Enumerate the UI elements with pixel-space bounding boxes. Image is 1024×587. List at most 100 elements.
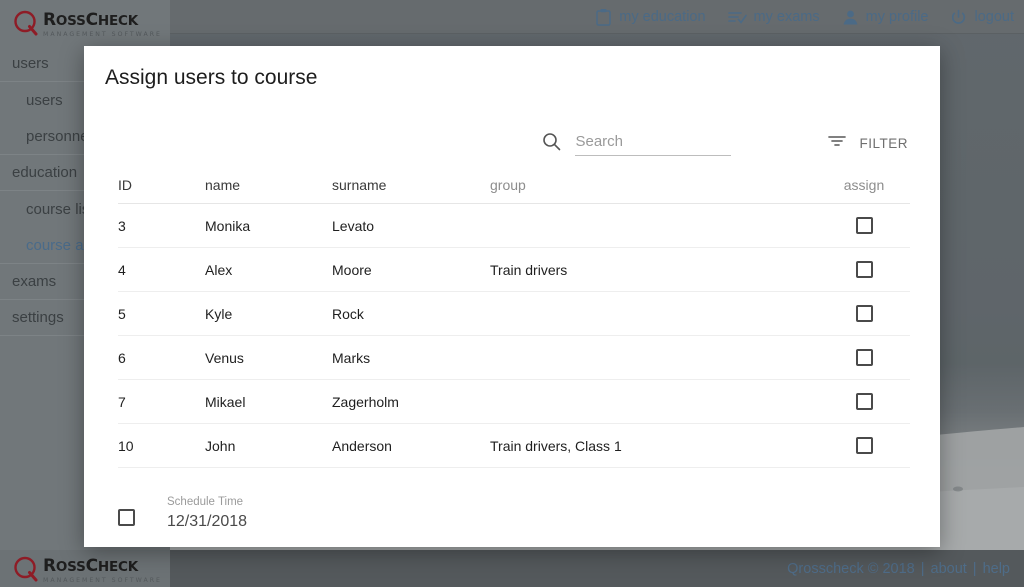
cell-name: Monika [205,217,251,234]
table-row[interactable]: 7 Mikael Zagerholm [118,380,910,424]
power-icon [950,9,967,26]
assign-checkbox[interactable] [855,261,873,279]
assign-checkbox[interactable] [855,305,873,323]
assign-checkbox[interactable] [855,349,873,367]
logo-wordmark: ROSSCHECK MANAGEMENT SOFTWARE [43,555,162,584]
list-check-icon [727,9,747,25]
footer-separator: | [972,560,977,577]
logo-q-icon [12,9,40,37]
brand-logo: ROSSCHECK MANAGEMENT SOFTWARE [12,9,162,39]
column-header-group: group [490,176,526,193]
filter-button[interactable]: FILTER [827,134,908,153]
sidebar-item-label: personnel [26,127,92,145]
cell-name: Alex [205,261,233,278]
cell-id: 6 [118,349,126,366]
schedule-time-field[interactable]: Schedule Time 12/31/2018 [167,496,247,531]
topnav-item-my-profile[interactable]: my profile [842,9,929,26]
column-header-assign: assign [843,176,885,193]
footer-copyright: Qrosscheck © 2018 [787,560,915,577]
sidebar-item-label: exams [12,273,57,290]
cell-id: 5 [118,305,126,322]
table-row[interactable]: 3 Monika Levato [118,204,910,248]
table-row[interactable]: 10 John Anderson Train drivers, Class 1 [118,424,910,468]
assign-checkbox[interactable] [855,217,873,235]
cell-id: 10 [118,437,134,454]
cell-group: Train drivers [490,261,568,278]
cell-assign [818,305,910,323]
assign-checkbox[interactable] [855,393,873,411]
footer-separator: | [920,560,925,577]
search-icon[interactable] [542,132,561,156]
cell-id: 4 [118,261,126,278]
logo-footer[interactable]: ROSSCHECK MANAGEMENT SOFTWARE [0,550,170,587]
application-window: my education my exams my profile logout … [0,0,1024,587]
cell-assign [818,217,910,235]
cell-name: Venus [205,349,244,366]
logo-tagline: MANAGEMENT SOFTWARE [43,576,162,584]
sidebar-item-label: settings [12,309,64,326]
brand-logo-footer: ROSSCHECK MANAGEMENT SOFTWARE [12,555,162,584]
topnav-label: my education [619,9,706,25]
schedule-checkbox[interactable] [118,509,135,526]
logo-q-letter: R [43,555,56,576]
page-footer: Qrosscheck © 2018 | about | help [170,550,1024,587]
sidebar-item-label: education [12,164,78,181]
assign-checkbox[interactable] [855,437,873,455]
table-header-row: ID name surname group assign [118,166,910,204]
schedule-time-value: 12/31/2018 [167,513,248,530]
cell-surname: Moore [332,261,372,278]
dialog-title: Assign users to course [105,66,318,89]
cell-group: Train drivers, Class 1 [490,437,622,454]
cell-assign [818,437,910,455]
cell-surname: Rock [332,305,364,322]
table-row[interactable]: 6 Venus Marks [118,336,910,380]
table-row[interactable]: 4 Alex Moore Train drivers [118,248,910,292]
logo-title: ROSSCHECK [43,12,162,29]
logo-wordmark: ROSSCHECK MANAGEMENT SOFTWARE [43,12,162,39]
filter-label: FILTER [859,136,908,151]
sidebar-item-label: users [12,55,49,72]
schedule-time-label: Schedule Time [167,496,244,508]
column-header-id: ID [118,176,132,193]
topnav-item-my-education[interactable]: my education [595,8,706,26]
cell-name: Mikael [205,393,246,410]
cell-surname: Anderson [332,437,392,454]
column-header-surname: surname [332,176,387,193]
logo-title: ROSSCHECK [43,555,162,576]
assign-users-dialog: Assign users to course Search FILTER ID … [84,46,940,547]
topnav-item-my-exams[interactable]: my exams [727,9,820,25]
topnav-label: logout [974,9,1014,25]
footer-link-about[interactable]: about [931,561,967,577]
sidebar-item-label: users [26,91,63,109]
cell-id: 7 [118,393,126,410]
table-row[interactable]: 5 Kyle Rock [118,292,910,336]
logo-tagline: MANAGEMENT SOFTWARE [43,31,162,38]
clipboard-icon [595,8,612,26]
logo-oss: OSS [55,13,86,29]
schedule-section: Schedule Time 12/31/2018 [118,479,247,531]
topnav-label: my exams [753,9,820,25]
topnav-item-logout[interactable]: logout [950,9,1014,26]
column-header-name: name [205,176,241,193]
cell-name: Kyle [205,305,233,322]
cell-assign [818,261,910,279]
search-control [542,131,732,156]
footer-link-help[interactable]: help [983,561,1010,577]
logo-c-letter: C [85,555,98,576]
search-input[interactable] [575,131,732,156]
logo-heck: HECK [97,13,138,29]
logo-c-letter: C [85,10,98,30]
logo-oss: OSS [55,558,86,575]
topnav-label: my profile [865,9,929,25]
cell-assign [818,349,910,367]
logo-q-icon [12,555,40,583]
cell-assign [818,393,910,411]
logo-heck: HECK [97,558,138,575]
cell-name: John [205,437,236,454]
logo-q-letter: R [43,10,56,30]
logo-header[interactable]: ROSSCHECK MANAGEMENT SOFTWARE [0,0,170,46]
dialog-tools-row: FILTER [84,121,940,166]
users-table: ID name surname group assign 3 Monika Le… [118,166,910,468]
person-icon [842,9,859,26]
top-navigation: my education my exams my profile logout [595,0,1014,34]
